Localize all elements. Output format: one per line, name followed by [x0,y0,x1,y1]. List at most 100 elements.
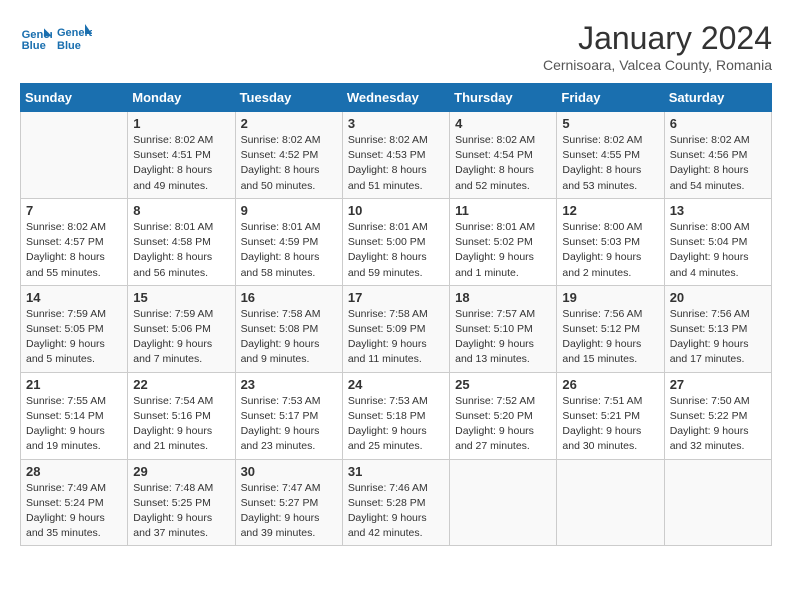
day-info: Sunrise: 8:02 AMSunset: 4:51 PMDaylight:… [133,134,213,192]
day-info: Sunrise: 7:56 AMSunset: 5:12 PMDaylight:… [562,308,642,366]
day-number: 18 [455,290,551,305]
calendar-cell: 25 Sunrise: 7:52 AMSunset: 5:20 PMDaylig… [450,372,557,459]
day-number: 20 [670,290,766,305]
header-saturday: Saturday [664,84,771,112]
day-number: 21 [26,377,122,392]
week-row-0: 1 Sunrise: 8:02 AMSunset: 4:51 PMDayligh… [21,112,772,199]
calendar-cell: 9 Sunrise: 8:01 AMSunset: 4:59 PMDayligh… [235,198,342,285]
day-info: Sunrise: 8:01 AMSunset: 5:02 PMDaylight:… [455,221,535,279]
day-info: Sunrise: 7:54 AMSunset: 5:16 PMDaylight:… [133,395,213,453]
calendar-cell: 24 Sunrise: 7:53 AMSunset: 5:18 PMDaylig… [342,372,449,459]
calendar-cell: 18 Sunrise: 7:57 AMSunset: 5:10 PMDaylig… [450,285,557,372]
calendar-cell: 13 Sunrise: 8:00 AMSunset: 5:04 PMDaylig… [664,198,771,285]
calendar-cell [664,459,771,546]
day-number: 13 [670,203,766,218]
calendar-cell: 11 Sunrise: 8:01 AMSunset: 5:02 PMDaylig… [450,198,557,285]
calendar-cell: 27 Sunrise: 7:50 AMSunset: 5:22 PMDaylig… [664,372,771,459]
day-number: 4 [455,116,551,131]
logo-icon: General Blue [20,22,52,54]
day-info: Sunrise: 7:53 AMSunset: 5:17 PMDaylight:… [241,395,321,453]
day-info: Sunrise: 7:57 AMSunset: 5:10 PMDaylight:… [455,308,535,366]
day-number: 25 [455,377,551,392]
day-number: 9 [241,203,337,218]
day-info: Sunrise: 7:56 AMSunset: 5:13 PMDaylight:… [670,308,750,366]
week-row-1: 7 Sunrise: 8:02 AMSunset: 4:57 PMDayligh… [21,198,772,285]
calendar-cell [21,112,128,199]
day-number: 14 [26,290,122,305]
header-wednesday: Wednesday [342,84,449,112]
calendar-cell: 21 Sunrise: 7:55 AMSunset: 5:14 PMDaylig… [21,372,128,459]
calendar-cell: 1 Sunrise: 8:02 AMSunset: 4:51 PMDayligh… [128,112,235,199]
day-number: 16 [241,290,337,305]
calendar-cell: 7 Sunrise: 8:02 AMSunset: 4:57 PMDayligh… [21,198,128,285]
day-number: 23 [241,377,337,392]
calendar-header: SundayMondayTuesdayWednesdayThursdayFrid… [21,84,772,112]
day-info: Sunrise: 7:49 AMSunset: 5:24 PMDaylight:… [26,482,106,540]
day-number: 6 [670,116,766,131]
header-thursday: Thursday [450,84,557,112]
day-number: 3 [348,116,444,131]
week-row-4: 28 Sunrise: 7:49 AMSunset: 5:24 PMDaylig… [21,459,772,546]
day-info: Sunrise: 7:58 AMSunset: 5:08 PMDaylight:… [241,308,321,366]
day-number: 31 [348,464,444,479]
day-number: 28 [26,464,122,479]
calendar-cell: 12 Sunrise: 8:00 AMSunset: 5:03 PMDaylig… [557,198,664,285]
page-header: General Blue General Blue January 2024 C… [20,20,772,73]
calendar-cell: 5 Sunrise: 8:02 AMSunset: 4:55 PMDayligh… [557,112,664,199]
svg-text:Blue: Blue [57,40,81,52]
svg-text:Blue: Blue [22,40,46,52]
day-number: 10 [348,203,444,218]
day-info: Sunrise: 8:02 AMSunset: 4:55 PMDaylight:… [562,134,642,192]
header-friday: Friday [557,84,664,112]
day-info: Sunrise: 8:02 AMSunset: 4:52 PMDaylight:… [241,134,321,192]
day-info: Sunrise: 8:02 AMSunset: 4:54 PMDaylight:… [455,134,535,192]
logo: General Blue General Blue [20,20,92,56]
calendar-cell: 14 Sunrise: 7:59 AMSunset: 5:05 PMDaylig… [21,285,128,372]
calendar-cell: 4 Sunrise: 8:02 AMSunset: 4:54 PMDayligh… [450,112,557,199]
general-blue-logo-icon: General Blue [56,20,92,56]
week-row-3: 21 Sunrise: 7:55 AMSunset: 5:14 PMDaylig… [21,372,772,459]
day-info: Sunrise: 8:01 AMSunset: 5:00 PMDaylight:… [348,221,428,279]
day-number: 24 [348,377,444,392]
day-info: Sunrise: 8:00 AMSunset: 5:03 PMDaylight:… [562,221,642,279]
day-number: 8 [133,203,229,218]
day-number: 7 [26,203,122,218]
day-number: 30 [241,464,337,479]
day-number: 27 [670,377,766,392]
header-monday: Monday [128,84,235,112]
calendar-cell: 3 Sunrise: 8:02 AMSunset: 4:53 PMDayligh… [342,112,449,199]
day-info: Sunrise: 8:02 AMSunset: 4:57 PMDaylight:… [26,221,106,279]
day-number: 22 [133,377,229,392]
calendar-cell: 31 Sunrise: 7:46 AMSunset: 5:28 PMDaylig… [342,459,449,546]
day-info: Sunrise: 7:50 AMSunset: 5:22 PMDaylight:… [670,395,750,453]
calendar-cell: 10 Sunrise: 8:01 AMSunset: 5:00 PMDaylig… [342,198,449,285]
day-info: Sunrise: 7:47 AMSunset: 5:27 PMDaylight:… [241,482,321,540]
day-number: 12 [562,203,658,218]
calendar-cell: 30 Sunrise: 7:47 AMSunset: 5:27 PMDaylig… [235,459,342,546]
day-info: Sunrise: 7:52 AMSunset: 5:20 PMDaylight:… [455,395,535,453]
day-info: Sunrise: 8:02 AMSunset: 4:56 PMDaylight:… [670,134,750,192]
day-number: 26 [562,377,658,392]
day-number: 15 [133,290,229,305]
calendar-cell: 15 Sunrise: 7:59 AMSunset: 5:06 PMDaylig… [128,285,235,372]
calendar-cell [450,459,557,546]
week-row-2: 14 Sunrise: 7:59 AMSunset: 5:05 PMDaylig… [21,285,772,372]
title-block: January 2024 Cernisoara, Valcea County, … [543,20,772,73]
day-number: 2 [241,116,337,131]
day-info: Sunrise: 8:01 AMSunset: 4:58 PMDaylight:… [133,221,213,279]
day-info: Sunrise: 7:51 AMSunset: 5:21 PMDaylight:… [562,395,642,453]
day-info: Sunrise: 7:58 AMSunset: 5:09 PMDaylight:… [348,308,428,366]
day-number: 19 [562,290,658,305]
day-number: 11 [455,203,551,218]
calendar-body: 1 Sunrise: 8:02 AMSunset: 4:51 PMDayligh… [21,112,772,546]
calendar-cell: 6 Sunrise: 8:02 AMSunset: 4:56 PMDayligh… [664,112,771,199]
day-number: 17 [348,290,444,305]
day-number: 5 [562,116,658,131]
calendar-cell: 2 Sunrise: 8:02 AMSunset: 4:52 PMDayligh… [235,112,342,199]
day-info: Sunrise: 7:53 AMSunset: 5:18 PMDaylight:… [348,395,428,453]
calendar-cell: 8 Sunrise: 8:01 AMSunset: 4:58 PMDayligh… [128,198,235,285]
day-number: 29 [133,464,229,479]
calendar-cell: 23 Sunrise: 7:53 AMSunset: 5:17 PMDaylig… [235,372,342,459]
location: Cernisoara, Valcea County, Romania [543,57,772,73]
month-title: January 2024 [543,20,772,57]
